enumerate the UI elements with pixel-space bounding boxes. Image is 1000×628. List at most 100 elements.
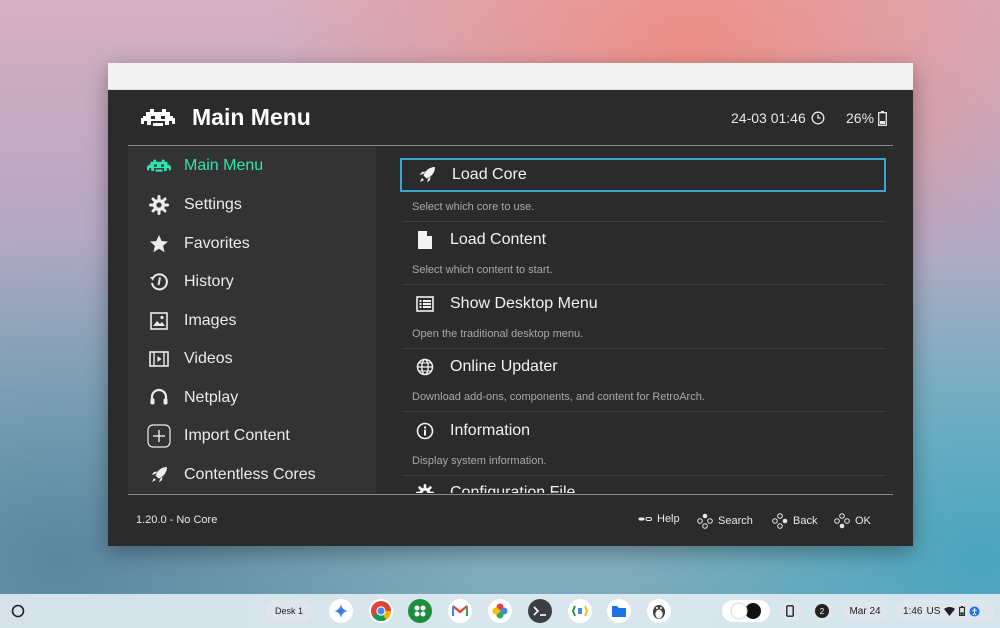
menu-item-sublabel: Open the traditional desktop menu. (402, 319, 886, 349)
clock-icon (811, 111, 825, 125)
tray-locale: US (926, 605, 941, 617)
sidebar-item-label: Netplay (184, 389, 239, 406)
image-icon (147, 309, 171, 333)
sidebar-item-label: Import Content (184, 427, 290, 444)
toggle-icon (726, 602, 766, 620)
launcher-icon (11, 604, 25, 618)
accessibility-icon (969, 606, 980, 616)
linux-penguin-icon[interactable] (647, 599, 671, 623)
header: Main Menu 24-03 01:46 26% (108, 90, 913, 146)
toggle-switch[interactable] (722, 600, 770, 622)
launcher-button[interactable] (8, 601, 28, 621)
ok-label: OK (855, 515, 871, 527)
desk-button[interactable]: Desk 1 (266, 600, 312, 622)
footer: 1.20.0 - No Core Help Search Back OK (108, 500, 913, 546)
menu-item-label: Load Core (452, 166, 527, 183)
menu-item-information[interactable]: Information (400, 414, 886, 448)
sidebar-item-contentless-cores[interactable]: Contentless Cores (128, 456, 376, 493)
battery-status: 26% (846, 110, 887, 126)
back-hint[interactable]: Back (772, 513, 817, 529)
info-icon (414, 420, 436, 442)
battery-percent: 26% (846, 110, 875, 126)
footer-divider (128, 494, 893, 495)
search-hint[interactable]: Search (697, 513, 753, 529)
battery-icon (878, 110, 887, 126)
desktop-menu-icon (414, 293, 436, 315)
menu-list: Load Core Select which core to use. Load… (398, 147, 895, 493)
gemini-icon[interactable] (329, 599, 353, 623)
sidebar-item-label: Main Menu (184, 157, 264, 174)
sidebar-item-label: Settings (184, 196, 242, 213)
history-icon (147, 270, 171, 294)
sidebar-item-main-menu[interactable]: Main Menu (128, 147, 376, 185)
page-title: Main Menu (192, 104, 311, 130)
chrome-icon[interactable] (369, 599, 393, 623)
help-label: Help (657, 513, 680, 525)
menu-item-sublabel: Display system information. (402, 446, 886, 476)
clock: 24-03 01:46 (731, 110, 825, 126)
files-icon[interactable] (607, 599, 631, 623)
status-tray[interactable]: 1:46 US (895, 600, 995, 622)
gmail-icon[interactable] (448, 599, 472, 623)
notification-count: 2 (815, 604, 829, 618)
menu-item-label: Load Content (450, 231, 547, 248)
sidebar-item-label: History (184, 273, 234, 290)
search-label: Search (718, 515, 753, 527)
menu-item-show-desktop-menu[interactable]: Show Desktop Menu (400, 287, 886, 321)
face-buttons-icon (772, 513, 788, 529)
photos-icon[interactable] (488, 599, 512, 623)
face-buttons-icon (697, 513, 713, 529)
datetime-text: 24-03 01:46 (731, 110, 806, 126)
phone-icon (786, 605, 794, 617)
menu-item-label: Information (450, 422, 531, 439)
date-tray[interactable]: Mar 24 (842, 600, 888, 622)
menu-item-sublabel: Select which content to start. (402, 255, 886, 285)
header-divider (128, 145, 893, 146)
sidebar-item-videos[interactable]: Videos (128, 340, 376, 378)
menu-item-label: Configuration File (450, 484, 576, 493)
menu-item-load-core[interactable]: Load Core (400, 158, 886, 192)
ok-hint[interactable]: OK (834, 513, 871, 529)
menu-item-label: Show Desktop Menu (450, 295, 598, 312)
apps-icon[interactable] (408, 599, 432, 623)
film-icon (147, 347, 171, 371)
file-icon (414, 229, 436, 251)
sidebar-item-label: Contentless Cores (184, 466, 316, 483)
retroarch-logo-icon (141, 109, 175, 126)
version-text: 1.20.0 - No Core (136, 514, 218, 526)
retroarch-window: Main Menu 24-03 01:46 26% Main Menu Sett… (108, 63, 913, 546)
wifi-icon (944, 606, 956, 616)
sidebar-item-history[interactable]: History (128, 263, 376, 301)
battery-icon (959, 606, 966, 616)
help-hint[interactable]: Help (638, 513, 680, 525)
sidebar-item-label: Favorites (184, 235, 250, 252)
back-label: Back (793, 515, 818, 527)
shelf: Desk 1 2 Mar 24 1:46 US (0, 594, 1000, 628)
gear-icon (147, 193, 171, 217)
menu-item-online-updater[interactable]: Online Updater (400, 350, 886, 384)
rocket-icon (416, 164, 438, 186)
sidebar-item-import-content[interactable]: Import Content (128, 417, 376, 455)
sidebar-item-images[interactable]: Images (128, 302, 376, 340)
face-buttons-icon (834, 513, 850, 529)
rocket-icon (147, 463, 171, 487)
sidebar-item-favorites[interactable]: Favorites (128, 225, 376, 263)
plus-box-icon (147, 424, 171, 448)
terminal-icon[interactable] (528, 599, 552, 623)
select-button-icon (638, 517, 652, 521)
retroarch-shelf-icon[interactable] (568, 599, 592, 623)
invader-icon (147, 154, 171, 178)
notification-badge[interactable]: 2 (811, 600, 833, 622)
gear-icon (414, 482, 436, 493)
sidebar-item-netplay[interactable]: Netplay (128, 379, 376, 417)
menu-item-load-content[interactable]: Load Content (400, 223, 886, 257)
sidebar-item-settings[interactable]: Settings (128, 186, 376, 224)
menu-item-configuration-file[interactable]: Configuration File (400, 476, 886, 493)
globe-icon (414, 356, 436, 378)
tray-time: 1:46 (903, 605, 923, 617)
menu-item-label: Online Updater (450, 358, 558, 375)
star-icon (147, 232, 171, 256)
phone-hub-button[interactable] (779, 600, 801, 622)
window-titlebar[interactable] (108, 63, 913, 90)
sidebar-item-label: Videos (184, 350, 233, 367)
